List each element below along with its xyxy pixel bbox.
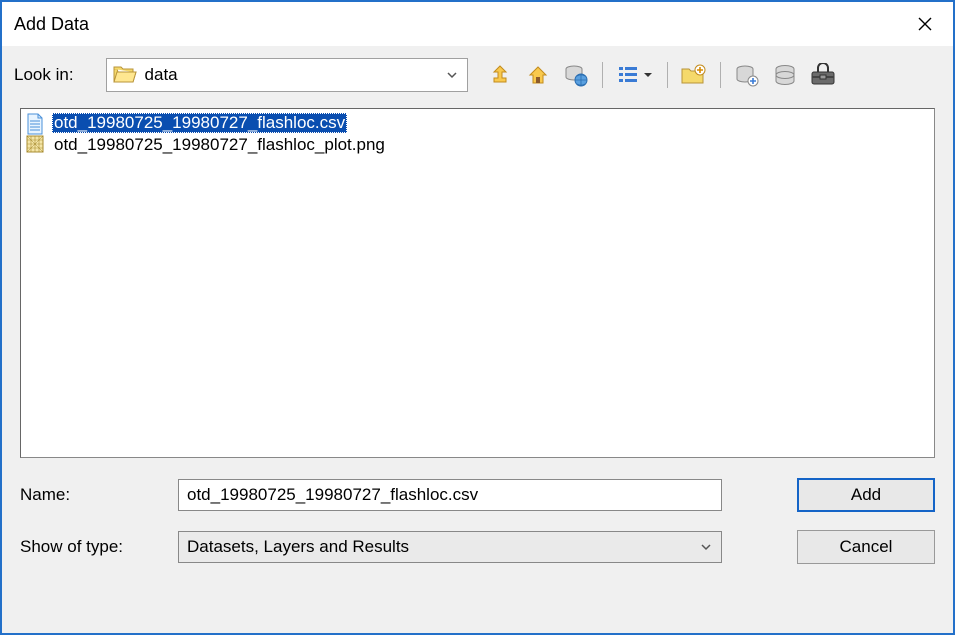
toolbar-icons (486, 61, 837, 89)
separator (720, 62, 721, 88)
catalog-button[interactable] (771, 61, 799, 89)
list-view-button[interactable] (615, 61, 655, 89)
png-file-icon (26, 135, 46, 155)
cancel-button[interactable]: Cancel (797, 530, 935, 564)
connect-database-button[interactable] (562, 61, 590, 89)
up-one-level-button[interactable] (486, 61, 514, 89)
lookin-label: Look in: (14, 65, 74, 85)
name-label: Name: (20, 485, 178, 505)
database-add-icon (735, 63, 759, 87)
database-globe-icon (564, 63, 588, 87)
new-connection-button[interactable] (733, 61, 761, 89)
dropdown-caret-icon (643, 70, 653, 80)
database-icon (773, 63, 797, 87)
type-dropdown[interactable]: Datasets, Layers and Results (178, 531, 722, 563)
separator (667, 62, 668, 88)
close-button[interactable] (911, 10, 939, 38)
type-value: Datasets, Layers and Results (187, 537, 409, 557)
name-input[interactable] (178, 479, 722, 511)
file-name: otd_19980725_19980727_flashloc_plot.png (52, 135, 387, 155)
list-icon (617, 64, 639, 86)
dialog-title: Add Data (14, 14, 89, 35)
add-data-dialog: Add Data Look in: data (0, 0, 955, 635)
chevron-down-icon (445, 67, 461, 83)
titlebar: Add Data (2, 2, 953, 46)
toolbox-button[interactable] (809, 61, 837, 89)
file-list[interactable]: otd_19980725_19980727_flashloc.csv otd_1… (20, 108, 935, 458)
file-name: otd_19980725_19980727_flashloc.csv (52, 113, 347, 133)
close-icon (917, 16, 933, 32)
up-arrow-icon (488, 63, 512, 87)
folder-open-icon (113, 65, 137, 85)
home-icon (526, 63, 550, 87)
separator (602, 62, 603, 88)
new-folder-button[interactable] (680, 61, 708, 89)
csv-file-icon (26, 113, 46, 133)
folder-add-icon (681, 63, 707, 87)
lookin-dropdown[interactable]: data (106, 58, 468, 92)
file-item[interactable]: otd_19980725_19980727_flashloc.csv (24, 112, 931, 134)
file-item[interactable]: otd_19980725_19980727_flashloc_plot.png (24, 134, 931, 156)
lookin-value: data (145, 65, 445, 85)
name-row: Name: Add (20, 478, 935, 512)
chevron-down-icon (699, 540, 713, 554)
home-button[interactable] (524, 61, 552, 89)
type-row: Show of type: Datasets, Layers and Resul… (20, 530, 935, 564)
type-label: Show of type: (20, 537, 178, 557)
toolbar: Look in: data (2, 46, 953, 104)
add-button[interactable]: Add (797, 478, 935, 512)
bottom-panel: Name: Add Show of type: Datasets, Layers… (2, 458, 953, 576)
toolbox-icon (810, 63, 836, 87)
